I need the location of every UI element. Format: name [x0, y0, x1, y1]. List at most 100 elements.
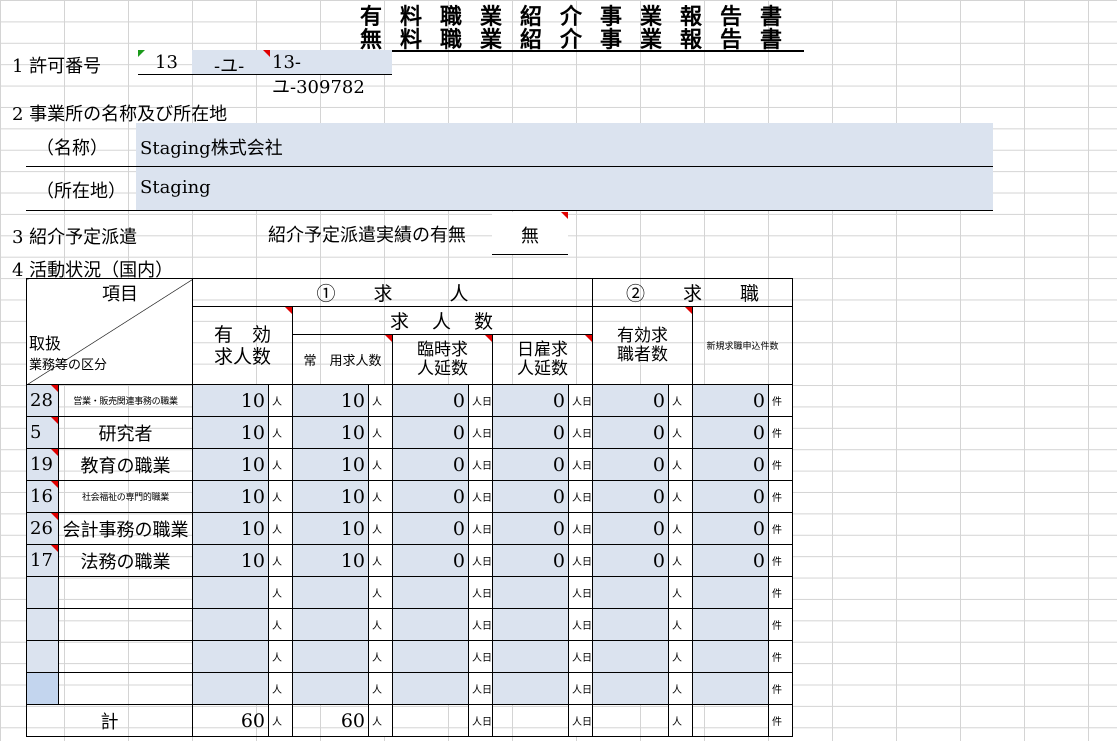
- valid-seekers-cell[interactable]: 0: [592, 512, 670, 545]
- permanent-offers-cell[interactable]: [292, 608, 369, 641]
- temporary-offers-cell[interactable]: 0: [392, 384, 469, 417]
- permanent-offers-cell[interactable]: [292, 672, 369, 705]
- occupation-code[interactable]: 19: [26, 448, 59, 481]
- daily-offers-cell[interactable]: [492, 640, 569, 673]
- new-applications-cell[interactable]: 0: [692, 416, 770, 449]
- header-handling: 取扱: [29, 334, 62, 353]
- new-applications-cell[interactable]: [692, 640, 770, 673]
- permanent-offers-cell[interactable]: 10: [292, 416, 369, 449]
- permanent-offers-cell[interactable]: 10: [292, 512, 369, 545]
- new-applications-cell[interactable]: [692, 672, 770, 705]
- new-applications-cell[interactable]: 0: [692, 448, 770, 481]
- daily-offers-cell[interactable]: 0: [492, 448, 569, 481]
- new-applications-cell[interactable]: 0: [692, 512, 770, 545]
- unit-person-day: 人日: [567, 448, 594, 481]
- occupation-code[interactable]: 28: [26, 384, 59, 417]
- business-name-field[interactable]: Staging株式会社: [136, 123, 993, 166]
- temporary-offers-cell[interactable]: [392, 576, 469, 609]
- business-name-value: Staging株式会社: [140, 138, 283, 159]
- permanent-offers-cell[interactable]: 10: [292, 544, 369, 577]
- temporary-offers-cell[interactable]: 0: [392, 512, 469, 545]
- occupation-code[interactable]: [26, 640, 59, 673]
- daily-offers-cell[interactable]: [492, 672, 569, 705]
- new-applications-cell[interactable]: 0: [692, 544, 770, 577]
- unit-person-day: 人日: [468, 544, 493, 577]
- permanent-offers-cell[interactable]: 10: [292, 448, 369, 481]
- valid-offers-cell[interactable]: [192, 672, 269, 705]
- valid-seekers-cell[interactable]: 0: [592, 384, 670, 417]
- permit-mid-cell[interactable]: -ユ-: [192, 50, 270, 77]
- occupation-code[interactable]: [26, 672, 59, 705]
- temporary-offers-cell[interactable]: 0: [392, 544, 469, 577]
- occupation-code[interactable]: 17: [26, 544, 59, 577]
- new-applications-cell[interactable]: [692, 576, 770, 609]
- valid-seekers-cell[interactable]: [592, 576, 670, 609]
- occupation-name: 法務の職業: [58, 544, 193, 577]
- dispatch-underline: [492, 254, 568, 255]
- valid-seekers-cell[interactable]: [592, 672, 670, 705]
- occupation-name: 営業・販売関連事務の職業: [58, 384, 193, 417]
- table-row: 人 人 人日 人日 人 件: [26, 576, 794, 609]
- permit-number-cell[interactable]: 13-ユ-309782: [270, 50, 392, 98]
- occupation-code[interactable]: 16: [26, 480, 59, 513]
- daily-offers-cell[interactable]: 0: [492, 384, 569, 417]
- valid-offers-cell[interactable]: [192, 608, 269, 641]
- occupation-name: [58, 576, 193, 609]
- temporary-offers-cell[interactable]: 0: [392, 416, 469, 449]
- valid-offers-cell[interactable]: 10: [192, 384, 269, 417]
- unit-case: 件: [768, 608, 794, 641]
- occupation-code[interactable]: 5: [26, 416, 59, 449]
- temporary-offers-cell[interactable]: [392, 640, 469, 673]
- dispatch-answer-cell[interactable]: 無: [492, 212, 568, 254]
- permanent-offers-cell[interactable]: 10: [292, 384, 369, 417]
- daily-offers-cell[interactable]: 0: [492, 480, 569, 513]
- occupation-code[interactable]: [26, 576, 59, 609]
- valid-seekers-cell[interactable]: 0: [592, 480, 670, 513]
- new-applications-cell[interactable]: 0: [692, 480, 770, 513]
- report-title-paid: 有料職業紹介事業報告書: [359, 4, 800, 30]
- valid-seekers-cell[interactable]: 0: [592, 544, 670, 577]
- temporary-offers-cell[interactable]: [392, 672, 469, 705]
- valid-seekers-cell[interactable]: 0: [592, 448, 670, 481]
- activity-table: 項目 取扱 業務等の区分 ① 求 人 ② 求 職 有 効 求人数 求 人 数 有…: [26, 278, 794, 737]
- permit-prefix-cell[interactable]: 13: [138, 50, 192, 74]
- occupation-name: 会計事務の職業: [58, 512, 193, 545]
- temporary-offers-cell[interactable]: [392, 608, 469, 641]
- temporary-offers-cell[interactable]: 0: [392, 480, 469, 513]
- daily-offers-cell[interactable]: 0: [492, 544, 569, 577]
- daily-offers-cell[interactable]: 0: [492, 416, 569, 449]
- temporary-offers-cell[interactable]: 0: [392, 448, 469, 481]
- permanent-offers-cell[interactable]: [292, 576, 369, 609]
- occupation-code[interactable]: [26, 608, 59, 641]
- unit-person: 人: [668, 544, 694, 577]
- valid-offers-cell[interactable]: 10: [192, 448, 269, 481]
- valid-seekers-cell[interactable]: [592, 640, 670, 673]
- permanent-offers-cell[interactable]: [292, 640, 369, 673]
- unit-person: 人: [668, 384, 694, 417]
- daily-offers-cell[interactable]: 0: [492, 512, 569, 545]
- valid-offers-cell[interactable]: [192, 576, 269, 609]
- valid-offers-cell[interactable]: [192, 640, 269, 673]
- business-address-field[interactable]: Staging: [136, 167, 993, 210]
- new-applications-cell[interactable]: [692, 608, 770, 641]
- valid-offers-cell[interactable]: 10: [192, 416, 269, 449]
- permanent-offers-cell[interactable]: 10: [292, 480, 369, 513]
- valid-offers-cell[interactable]: 10: [192, 544, 269, 577]
- unit-person: 人: [268, 672, 293, 705]
- section1-label: 1 許可番号: [12, 56, 102, 77]
- header-daily: 日雇求 人延数: [491, 334, 594, 385]
- new-applications-cell[interactable]: 0: [692, 384, 770, 417]
- unit-person-day: 人日: [567, 416, 594, 449]
- business-address-value: Staging: [140, 177, 211, 198]
- unit-person: 人: [268, 448, 293, 481]
- daily-offers-cell[interactable]: [492, 608, 569, 641]
- table-body: 28 営業・販売関連事務の職業 10 人 10 人 0 人日 0 人日 0 人 0 件 5 研究者 10 人 10 人…: [26, 384, 794, 705]
- valid-seekers-cell[interactable]: 0: [592, 416, 670, 449]
- header-temporary-2: 人延数: [417, 358, 468, 379]
- valid-offers-cell[interactable]: 10: [192, 480, 269, 513]
- unit-person: 人: [368, 544, 393, 577]
- daily-offers-cell[interactable]: [492, 576, 569, 609]
- occupation-code[interactable]: 26: [26, 512, 59, 545]
- valid-offers-cell[interactable]: 10: [192, 512, 269, 545]
- valid-seekers-cell[interactable]: [592, 608, 670, 641]
